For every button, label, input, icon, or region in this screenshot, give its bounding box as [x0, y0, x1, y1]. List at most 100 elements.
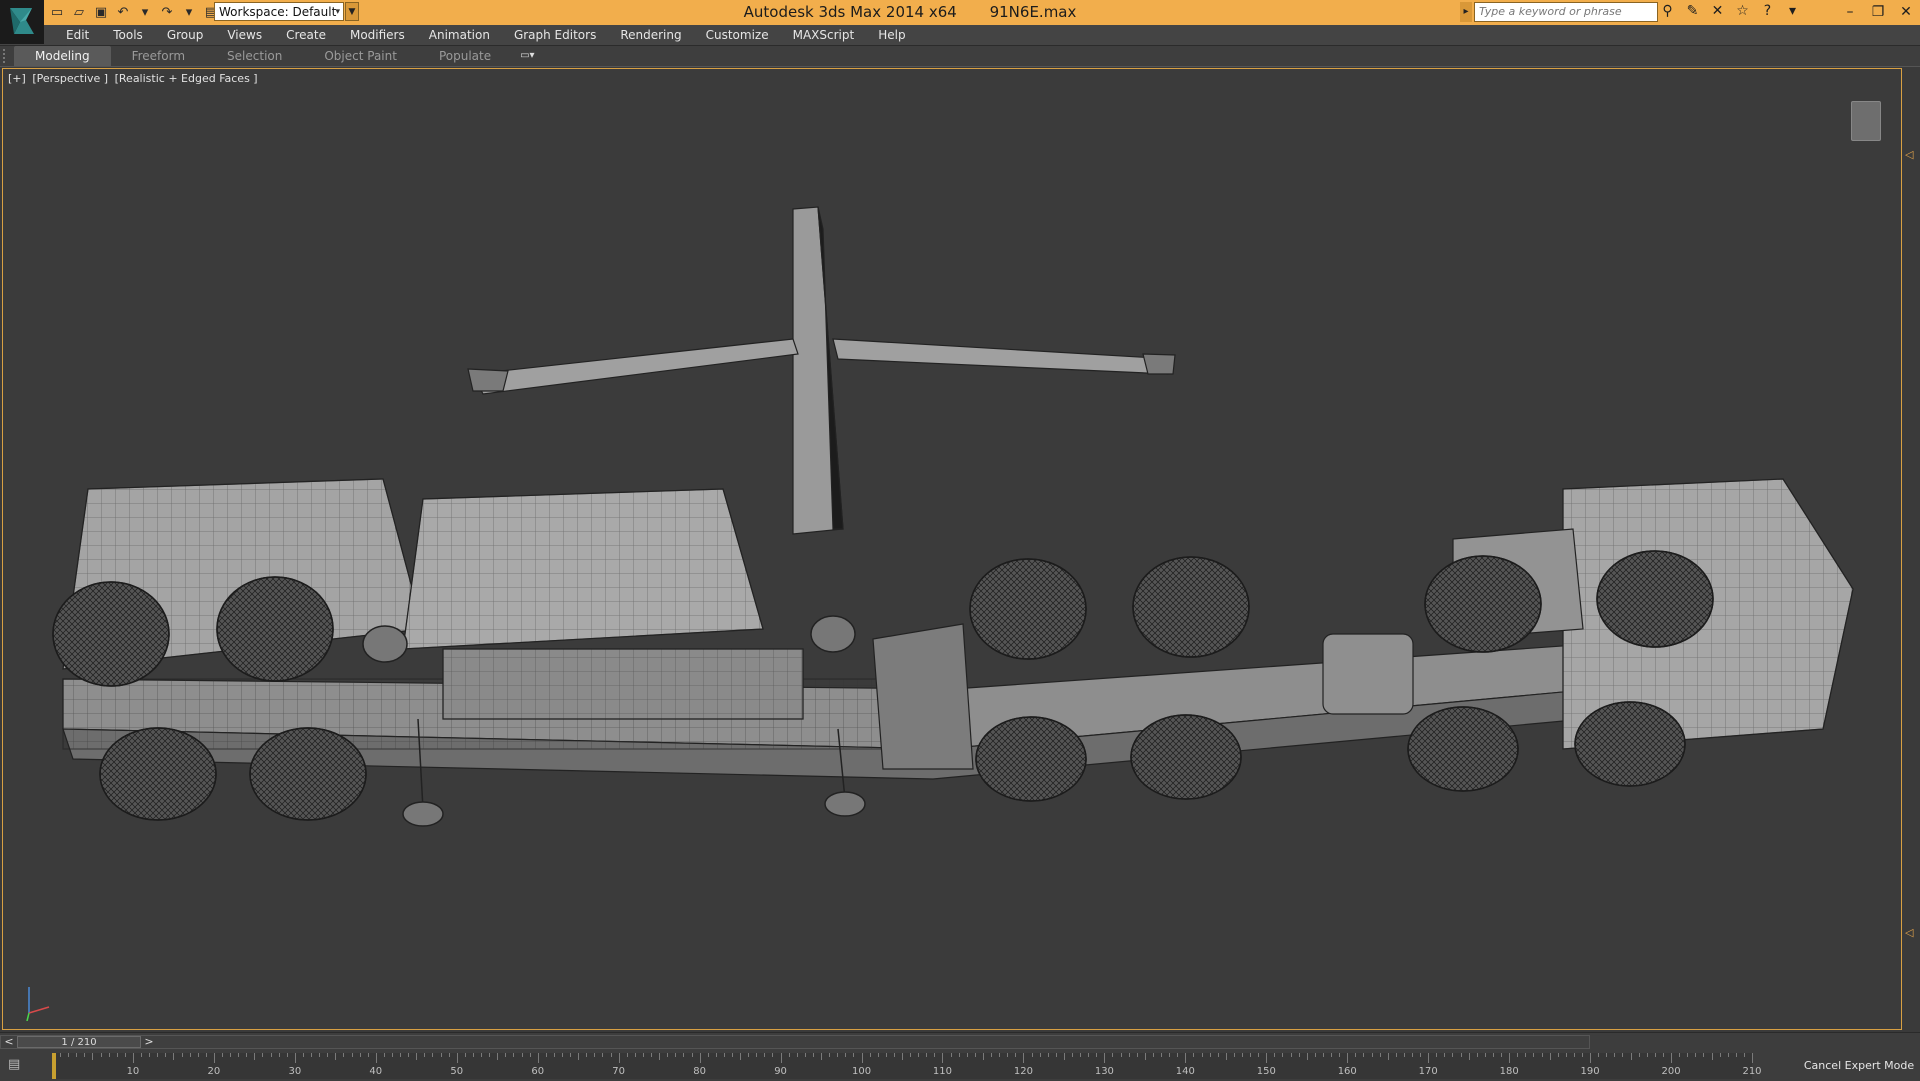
track-tick	[667, 1053, 669, 1057]
next-frame-button[interactable]: >	[141, 1036, 157, 1048]
undo-dropdown-icon[interactable]: ▾	[136, 4, 154, 22]
track-tick-label: 30	[288, 1066, 302, 1077]
open-folder-icon[interactable]: ▱	[70, 4, 88, 22]
track-tick	[311, 1053, 313, 1057]
tab-modeling[interactable]: Modeling	[14, 46, 111, 66]
track-tick	[1015, 1053, 1017, 1057]
track-tick	[189, 1053, 191, 1057]
track-tick	[1306, 1053, 1308, 1060]
time-slider[interactable]: < 1 / 210 >	[0, 1035, 1590, 1049]
restore-icon[interactable]: ❐	[1864, 0, 1892, 25]
track-tick	[861, 1053, 863, 1063]
track-tick	[1023, 1053, 1025, 1063]
cancel-expert-mode-button[interactable]: Cancel Expert Mode	[1798, 1051, 1920, 1081]
help-icon[interactable]: ?	[1758, 2, 1777, 21]
track-tick-label: 130	[1094, 1066, 1114, 1077]
track-tick	[448, 1053, 450, 1057]
redo-dropdown-icon[interactable]: ▾	[180, 4, 198, 22]
tab-selection[interactable]: Selection	[206, 46, 303, 66]
menu-views[interactable]: Views	[215, 25, 274, 45]
track-tick	[934, 1053, 936, 1057]
track-tick	[76, 1053, 78, 1057]
track-tick	[788, 1053, 790, 1057]
new-file-icon[interactable]: ▭	[48, 4, 66, 22]
menu-modifiers[interactable]: Modifiers	[338, 25, 417, 45]
track-tick	[602, 1053, 604, 1057]
ribbon-minimize-icon[interactable]: ▭▾	[520, 49, 540, 63]
perspective-viewport[interactable]: [+] [Perspective ] [Realistic + Edged Fa…	[2, 68, 1902, 1030]
track-tick	[853, 1053, 855, 1057]
track-tick	[1703, 1053, 1705, 1057]
menu-rendering[interactable]: Rendering	[608, 25, 693, 45]
menu-edit[interactable]: Edit	[54, 25, 101, 45]
menu-graph-editors[interactable]: Graph Editors	[502, 25, 608, 45]
redo-icon[interactable]: ↷	[158, 4, 176, 22]
track-tick	[238, 1053, 240, 1057]
quick-access-toolbar: ▭ ▱ ▣ ↶ ▾ ↷ ▾ ▤	[48, 3, 220, 22]
search-expand-icon[interactable]: ▸	[1460, 2, 1472, 22]
track-tick	[1476, 1053, 1478, 1057]
track-tick	[1638, 1053, 1640, 1057]
track-bar[interactable]: 10 20 30 40 50 60 70 80 90 100 110 120 130 140 150 160 1…	[52, 1053, 1762, 1079]
key-marker-icon: ◁	[1905, 148, 1914, 161]
favorites-star-icon[interactable]: ☆	[1733, 2, 1752, 21]
mini-curve-editor-icon[interactable]: ▤	[8, 1057, 30, 1075]
track-tick	[918, 1053, 920, 1057]
application-button[interactable]	[0, 0, 44, 44]
binoculars-icon[interactable]: ⚲	[1658, 2, 1677, 21]
menu-help[interactable]: Help	[866, 25, 917, 45]
close-icon[interactable]: ✕	[1892, 0, 1920, 25]
track-tick	[1136, 1053, 1138, 1057]
track-tick	[902, 1053, 903, 1060]
track-tick	[1436, 1053, 1438, 1057]
help-dropdown-icon[interactable]: ▾	[1783, 2, 1802, 21]
track-tick	[1444, 1053, 1446, 1057]
track-tick	[675, 1053, 677, 1057]
menu-animation[interactable]: Animation	[417, 25, 502, 45]
truck-3d-model[interactable]	[3, 69, 1902, 1030]
previous-frame-button[interactable]: <	[1, 1036, 17, 1048]
track-tick	[618, 1053, 620, 1063]
tab-populate[interactable]: Populate	[418, 46, 512, 66]
tab-object-paint[interactable]: Object Paint	[303, 46, 418, 66]
track-tick	[1339, 1053, 1341, 1057]
track-tick	[472, 1053, 474, 1057]
menu-maxscript[interactable]: MAXScript	[781, 25, 867, 45]
minimize-icon[interactable]: –	[1836, 0, 1864, 25]
track-tick	[141, 1053, 143, 1057]
track-tick	[84, 1053, 86, 1057]
menu-customize[interactable]: Customize	[694, 25, 781, 45]
track-tick	[974, 1053, 976, 1057]
track-tick	[456, 1053, 458, 1063]
track-tick	[1541, 1053, 1543, 1057]
track-tick	[270, 1053, 272, 1057]
customize-toolbar-icon[interactable]: ▼	[345, 2, 359, 21]
menu-create[interactable]: Create	[274, 25, 338, 45]
track-tick	[950, 1053, 952, 1057]
viewcube[interactable]	[1851, 101, 1881, 141]
ribbon-grip[interactable]	[3, 49, 10, 63]
track-tick	[294, 1053, 296, 1063]
tab-freeform[interactable]: Freeform	[111, 46, 206, 66]
undo-icon[interactable]: ↶	[114, 4, 132, 22]
track-tick	[1063, 1053, 1065, 1060]
track-tick	[1047, 1053, 1049, 1057]
track-tick	[1347, 1053, 1349, 1063]
workspace-dropdown[interactable]: Workspace: Default ▾	[214, 2, 344, 21]
save-icon[interactable]: ▣	[92, 4, 110, 22]
track-tick	[1258, 1053, 1260, 1057]
communication-icon[interactable]: ✕	[1708, 2, 1727, 21]
search-input[interactable]: Type a keyword or phrase	[1474, 2, 1658, 22]
menu-group[interactable]: Group	[155, 25, 216, 45]
menu-tools[interactable]: Tools	[101, 25, 155, 45]
key-marker-icon: ◁	[1905, 926, 1914, 939]
track-tick	[1080, 1053, 1082, 1057]
track-tick	[1169, 1053, 1171, 1057]
track-tick	[1201, 1053, 1203, 1057]
track-tick	[392, 1053, 393, 1057]
track-tick	[683, 1053, 685, 1057]
track-tick	[286, 1053, 288, 1057]
subscription-icon[interactable]: ✎	[1683, 2, 1702, 21]
track-tick	[1274, 1053, 1276, 1057]
time-slider-thumb[interactable]: 1 / 210	[17, 1036, 141, 1048]
